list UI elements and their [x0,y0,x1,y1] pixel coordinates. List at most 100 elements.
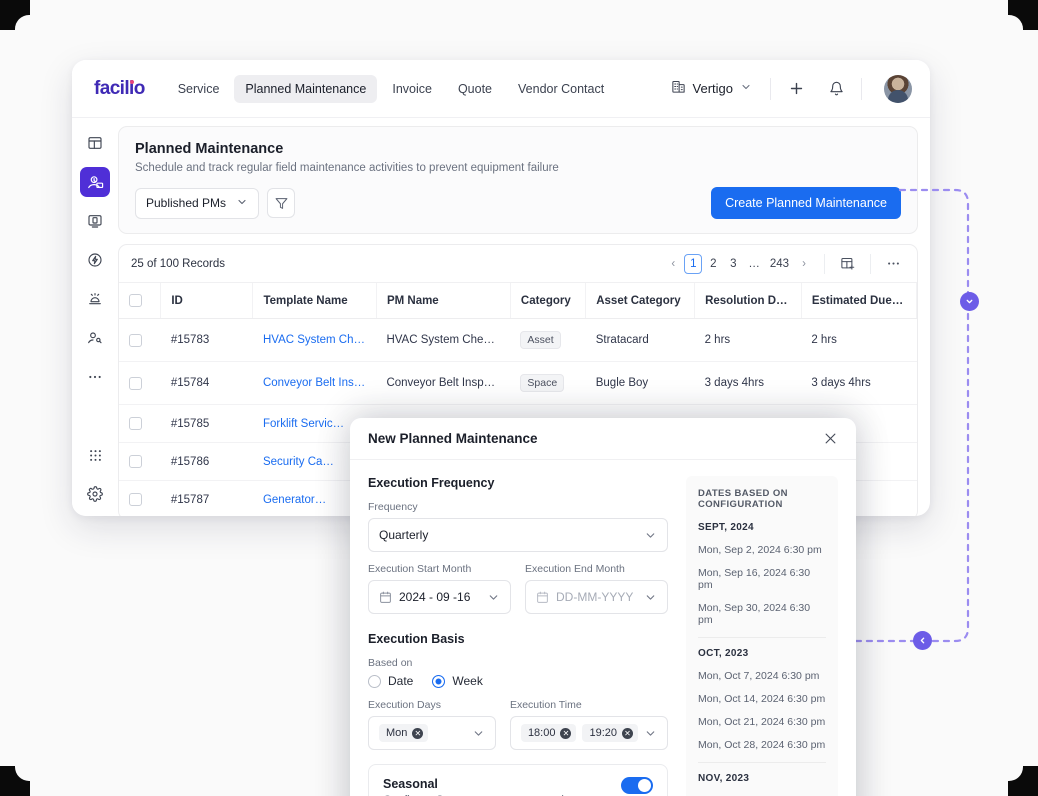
pagination-ellipsis: … [744,254,764,274]
row-checkbox[interactable] [129,417,142,430]
row-checkbox-cell[interactable] [119,481,161,517]
start-month-value: 2024 - 09 -16 [399,590,470,604]
radio-week-label: Week [452,674,482,688]
funnel-icon[interactable] [267,188,295,218]
nav-item-planned-maintenance[interactable]: Planned Maintenance [234,75,377,103]
table-row[interactable]: #15783 HVAC System Ch… HVAC System Check… [119,319,917,362]
column-header-category[interactable]: Category [510,283,585,319]
sidebar-item-alarm-icon[interactable] [80,284,110,314]
day-pill-mon[interactable]: Mon ✕ [379,724,428,742]
end-month-input[interactable]: DD-MM-YYYY [525,580,668,614]
sidebar-item-vendor-icon[interactable] [80,323,110,353]
row-checkbox-cell[interactable] [119,443,161,481]
chevron-left-circle-icon[interactable] [913,631,932,650]
pagination-page-last[interactable]: 243 [766,254,793,274]
row-checkbox-cell[interactable] [119,362,161,405]
time-pill-label: 19:20 [589,727,617,739]
remove-icon[interactable]: ✕ [622,728,633,739]
bell-icon[interactable] [823,76,849,102]
header-divider-2 [861,78,862,100]
cell-template-name[interactable]: Conveyor Belt Ins… [253,362,376,405]
category-tag: Space [520,374,564,392]
frequency-select[interactable]: Quarterly [368,518,668,552]
end-month-label: Execution End Month [525,563,668,575]
published-pms-select[interactable]: Published PMs [135,188,259,219]
execution-days-select[interactable]: Mon ✕ [368,716,496,750]
table-row[interactable]: #15784 Conveyor Belt Ins… Conveyor Belt … [119,362,917,405]
calendar-icon [379,591,392,604]
cell-template-name[interactable]: HVAC System Ch… [253,319,376,362]
time-pill-2[interactable]: 19:20 ✕ [582,724,638,742]
column-header-resolution-due[interactable]: Resolution Due… [695,283,802,319]
radio-week[interactable] [432,675,445,688]
cell-resolution-due: 2 hrs [695,319,802,362]
column-header-asset-category[interactable]: Asset Category [586,283,695,319]
radio-date-label: Date [388,674,413,688]
remove-icon[interactable]: ✕ [412,728,423,739]
cell-category: Asset [510,319,585,362]
radio-date[interactable] [368,675,381,688]
select-all-header[interactable] [119,283,161,319]
pagination: ‹ 1 2 3 … 243 › [664,254,905,274]
row-checkbox[interactable] [129,377,142,390]
sidebar-item-settings-gear-icon[interactable] [80,479,110,509]
row-checkbox[interactable] [129,334,142,347]
nav-item-invoice[interactable]: Invoice [381,75,443,103]
facilio-logo[interactable]: facilio [94,78,145,100]
column-header-estimated-due[interactable]: Estimated Due… [801,283,916,319]
row-checkbox-cell[interactable] [119,319,161,362]
chevron-down-circle-icon[interactable] [960,292,979,311]
cell-asset-category: Stratacard [586,319,695,362]
column-header-pm-name[interactable]: PM Name [376,283,510,319]
modal-header: New Planned Maintenance [350,418,856,460]
create-planned-maintenance-button[interactable]: Create Planned Maintenance [711,187,901,219]
pagination-page-3[interactable]: 3 [724,254,742,274]
more-horizontal-icon[interactable] [882,254,905,274]
modal-form-column: Execution Frequency Frequency Quarterly … [368,476,668,796]
sidebar-item-dashboard-icon[interactable] [80,128,110,158]
nav-item-service[interactable]: Service [167,75,231,103]
sidebar-item-more-icon[interactable] [80,362,110,392]
corner-mask-top-right [1008,0,1038,30]
dates-separator [698,637,826,638]
nav-item-vendor-contact[interactable]: Vendor Contact [507,75,615,103]
execution-frequency-heading: Execution Frequency [368,476,668,490]
org-switcher[interactable]: Vertigo [665,79,758,99]
time-pill-1[interactable]: 18:00 ✕ [521,724,577,742]
column-settings-icon[interactable] [836,254,859,274]
execution-time-select[interactable]: 18:00 ✕ 19:20 ✕ [510,716,668,750]
pagination-prev[interactable]: ‹ [664,254,682,274]
start-month-input[interactable]: 2024 - 09 -16 [368,580,511,614]
pagination-next[interactable]: › [795,254,813,274]
close-icon[interactable] [823,431,838,446]
dates-item: Mon, Sep 2, 2024 6:30 pm [698,544,826,556]
select-all-checkbox[interactable] [129,294,142,307]
avatar[interactable] [884,75,912,103]
sidebar-item-energy-icon[interactable] [80,245,110,275]
row-checkbox-cell[interactable] [119,405,161,443]
pagination-page-2[interactable]: 2 [704,254,722,274]
remove-icon[interactable]: ✕ [560,728,571,739]
sidebar-item-asset-icon[interactable] [80,206,110,236]
row-checkbox[interactable] [129,455,142,468]
seasonal-toggle[interactable] [621,777,653,794]
chevron-down-icon [644,529,657,542]
chevron-down-icon [487,591,500,604]
modal-title: New Planned Maintenance [368,431,538,446]
end-month-placeholder: DD-MM-YYYY [556,590,633,604]
execution-time-group: Execution Time 18:00 ✕ 19:20 ✕ [510,699,668,750]
dates-month-label: SEPT, 2024 [698,522,826,533]
plus-icon[interactable] [783,76,809,102]
calendar-icon [536,591,549,604]
nav-item-quote[interactable]: Quote [447,75,503,103]
frequency-label: Frequency [368,501,668,513]
column-header-template-name[interactable]: Template Name [253,283,376,319]
sidebar-item-planned-maintenance-icon[interactable] [80,167,110,197]
cell-pm-name: HVAC System Check… [376,319,510,362]
column-header-id[interactable]: ID [161,283,253,319]
dates-item: Mon, Oct 14, 2024 6:30 pm [698,693,826,705]
row-checkbox[interactable] [129,493,142,506]
sidebar-item-apps-grid-icon[interactable] [80,440,110,470]
pagination-page-1[interactable]: 1 [684,254,702,274]
seasonal-title: Seasonal [383,777,589,791]
